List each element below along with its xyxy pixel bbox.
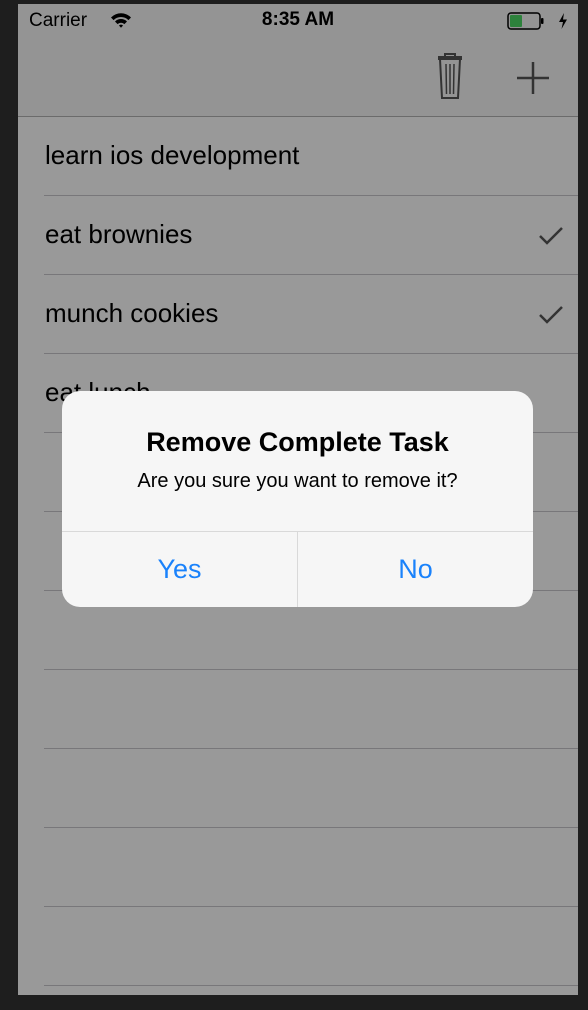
- alert-message: Are you sure you want to remove it?: [137, 470, 458, 492]
- yes-button[interactable]: Yes: [62, 532, 297, 607]
- alert-title: Remove Complete Task: [146, 427, 449, 457]
- app-screen: Carrier 8:35 AM learn ios development eat…: [18, 4, 578, 995]
- no-button[interactable]: No: [298, 532, 533, 607]
- remove-task-alert: Remove Complete Task Are you sure you wa…: [62, 391, 533, 607]
